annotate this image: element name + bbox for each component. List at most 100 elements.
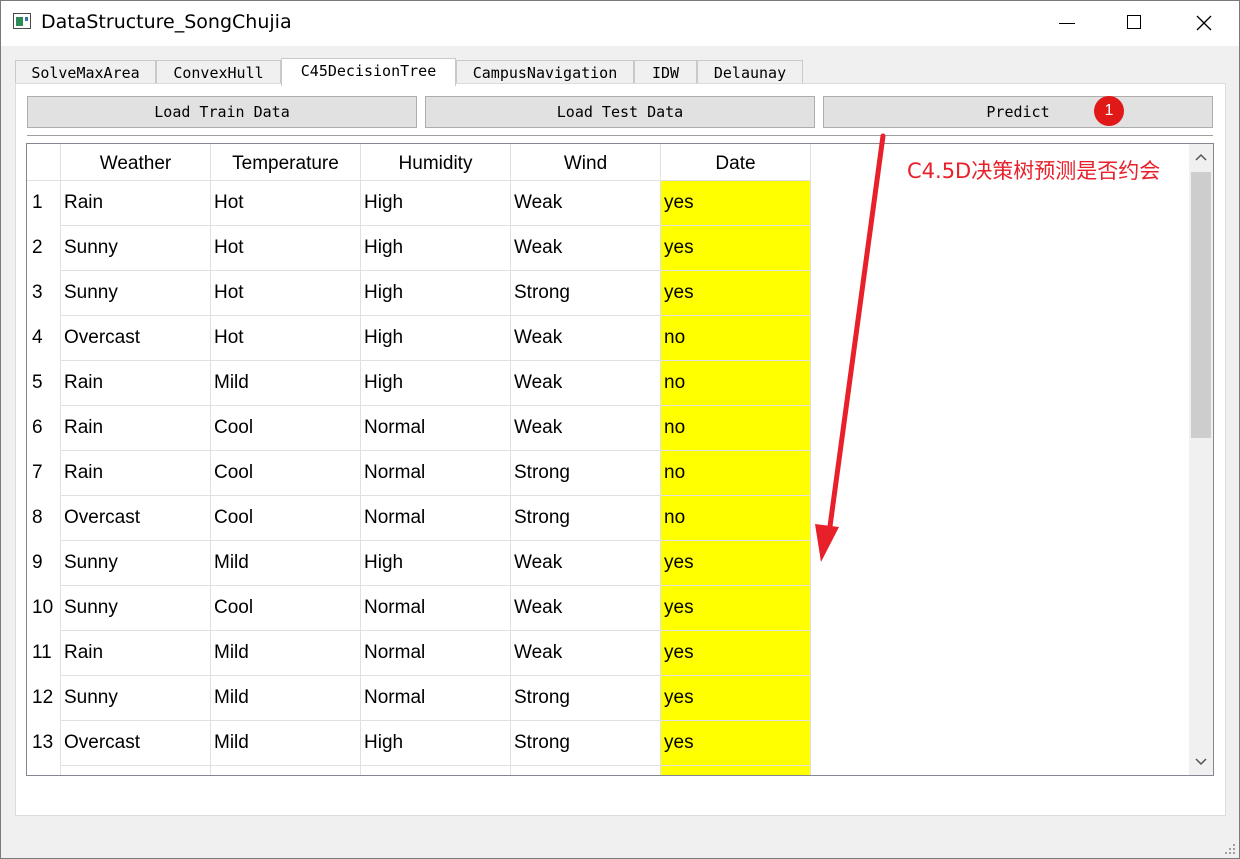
table-cell-date[interactable]: no [661, 361, 811, 406]
column-header-humidity[interactable]: Humidity [361, 144, 511, 181]
column-header-date[interactable]: Date [661, 144, 811, 181]
table-cell-weather[interactable]: Rain [61, 631, 211, 676]
data-table[interactable]: Weather Temperature Humidity Wind Date 1… [26, 143, 1214, 776]
table-cell-date[interactable]: no [661, 406, 811, 451]
load-test-data-button[interactable]: Load Test Data [425, 96, 815, 128]
close-button[interactable] [1169, 1, 1239, 46]
row-header[interactable]: 13 [27, 721, 61, 766]
table-cell-humidity[interactable]: Normal [361, 496, 511, 541]
table-cell-date[interactable]: yes [661, 226, 811, 271]
table-cell-weather[interactable]: Rain [61, 181, 211, 226]
chevron-down-icon[interactable] [1189, 749, 1213, 775]
maximize-button[interactable] [1099, 1, 1169, 46]
table-cell-date[interactable]: yes [661, 181, 811, 226]
table-cell-temperature[interactable]: Hot [211, 226, 361, 271]
table-cell-weather[interactable]: Rain [61, 406, 211, 451]
table-cell-temperature[interactable]: Cool [211, 451, 361, 496]
row-header[interactable] [27, 766, 61, 775]
table-cell-wind[interactable]: Strong [511, 271, 661, 316]
table-cell-wind[interactable]: Weak [511, 406, 661, 451]
row-header[interactable]: 9 [27, 541, 61, 586]
table-cell-temperature[interactable]: Mild [211, 361, 361, 406]
table-cell-weather[interactable]: Overcast [61, 496, 211, 541]
row-header[interactable]: 8 [27, 496, 61, 541]
row-header[interactable]: 2 [27, 226, 61, 271]
column-header-temperature[interactable]: Temperature [211, 144, 361, 181]
table-cell-humidity[interactable]: High [361, 361, 511, 406]
table-cell-humidity[interactable]: High [361, 316, 511, 361]
table-cell-weather[interactable]: Sunny [61, 586, 211, 631]
table-cell-date[interactable]: yes [661, 586, 811, 631]
table-cell-humidity[interactable]: Normal [361, 451, 511, 496]
table-cell-date[interactable]: no [661, 451, 811, 496]
table-cell-temperature[interactable]: Mild [211, 541, 361, 586]
table-cell-wind[interactable]: Weak [511, 541, 661, 586]
table-cell-temperature[interactable]: Mild [211, 721, 361, 766]
table-cell-date[interactable]: no [661, 496, 811, 541]
table-cell-weather[interactable] [61, 766, 211, 775]
tab-solve-max-area[interactable]: SolveMaxArea [15, 60, 156, 84]
table-cell-humidity[interactable]: High [361, 181, 511, 226]
table-cell-date[interactable]: yes [661, 721, 811, 766]
table-cell-temperature[interactable]: Cool [211, 496, 361, 541]
table-cell-wind[interactable]: Weak [511, 226, 661, 271]
row-header[interactable]: 7 [27, 451, 61, 496]
row-header[interactable]: 1 [27, 181, 61, 226]
table-cell-humidity[interactable]: High [361, 721, 511, 766]
resize-grip[interactable] [1225, 844, 1235, 854]
tab-idw[interactable]: IDW [634, 60, 697, 84]
table-cell-humidity[interactable]: High [361, 271, 511, 316]
table-cell-date[interactable]: yes [661, 676, 811, 721]
row-header[interactable]: 4 [27, 316, 61, 361]
table-cell-weather[interactable]: Overcast [61, 721, 211, 766]
table-cell-humidity[interactable]: Normal [361, 676, 511, 721]
row-header[interactable]: 3 [27, 271, 61, 316]
table-cell-date[interactable] [661, 766, 811, 775]
row-header[interactable]: 11 [27, 631, 61, 676]
table-cell-temperature[interactable]: Mild [211, 676, 361, 721]
table-cell-temperature[interactable]: Hot [211, 181, 361, 226]
table-cell-date[interactable]: yes [661, 541, 811, 586]
table-cell-wind[interactable]: Weak [511, 631, 661, 676]
table-cell-wind[interactable]: Weak [511, 316, 661, 361]
tab-delaunay[interactable]: Delaunay [697, 60, 803, 84]
table-cell-weather[interactable]: Sunny [61, 676, 211, 721]
column-header-wind[interactable]: Wind [511, 144, 661, 181]
table-cell-humidity[interactable]: Normal [361, 586, 511, 631]
table-cell-weather[interactable]: Rain [61, 361, 211, 406]
table-cell-wind[interactable]: Strong [511, 721, 661, 766]
load-train-data-button[interactable]: Load Train Data [27, 96, 417, 128]
table-cell-date[interactable]: no [661, 316, 811, 361]
tab-c45-decision-tree[interactable]: C45DecisionTree [281, 58, 456, 86]
minimize-button[interactable] [1031, 1, 1101, 46]
table-cell-wind[interactable]: Weak [511, 181, 661, 226]
table-cell-wind[interactable]: Strong [511, 676, 661, 721]
table-cell-temperature[interactable]: Hot [211, 271, 361, 316]
tab-convex-hull[interactable]: ConvexHull [156, 60, 281, 84]
vertical-scrollbar[interactable] [1189, 144, 1213, 775]
table-cell-weather[interactable]: Sunny [61, 541, 211, 586]
tab-campus-navigation[interactable]: CampusNavigation [456, 60, 634, 84]
table-cell-wind[interactable]: Weak [511, 361, 661, 406]
row-header[interactable]: 12 [27, 676, 61, 721]
table-cell-weather[interactable]: Rain [61, 451, 211, 496]
table-cell-weather[interactable]: Sunny [61, 226, 211, 271]
scroll-thumb[interactable] [1191, 172, 1211, 438]
table-cell-date[interactable]: yes [661, 271, 811, 316]
table-cell-humidity[interactable] [361, 766, 511, 775]
table-cell-wind[interactable]: Weak [511, 586, 661, 631]
table-cell-temperature[interactable] [211, 766, 361, 775]
table-cell-humidity[interactable]: Normal [361, 406, 511, 451]
table-cell-wind[interactable]: Strong [511, 451, 661, 496]
row-header[interactable]: 5 [27, 361, 61, 406]
table-cell-weather[interactable]: Overcast [61, 316, 211, 361]
predict-button[interactable]: Predict [823, 96, 1213, 128]
chevron-up-icon[interactable] [1189, 144, 1213, 170]
row-header[interactable]: 6 [27, 406, 61, 451]
table-cell-date[interactable]: yes [661, 631, 811, 676]
row-header[interactable]: 10 [27, 586, 61, 631]
table-cell-temperature[interactable]: Cool [211, 586, 361, 631]
table-cell-wind[interactable] [511, 766, 661, 775]
table-cell-humidity[interactable]: High [361, 541, 511, 586]
table-cell-temperature[interactable]: Hot [211, 316, 361, 361]
